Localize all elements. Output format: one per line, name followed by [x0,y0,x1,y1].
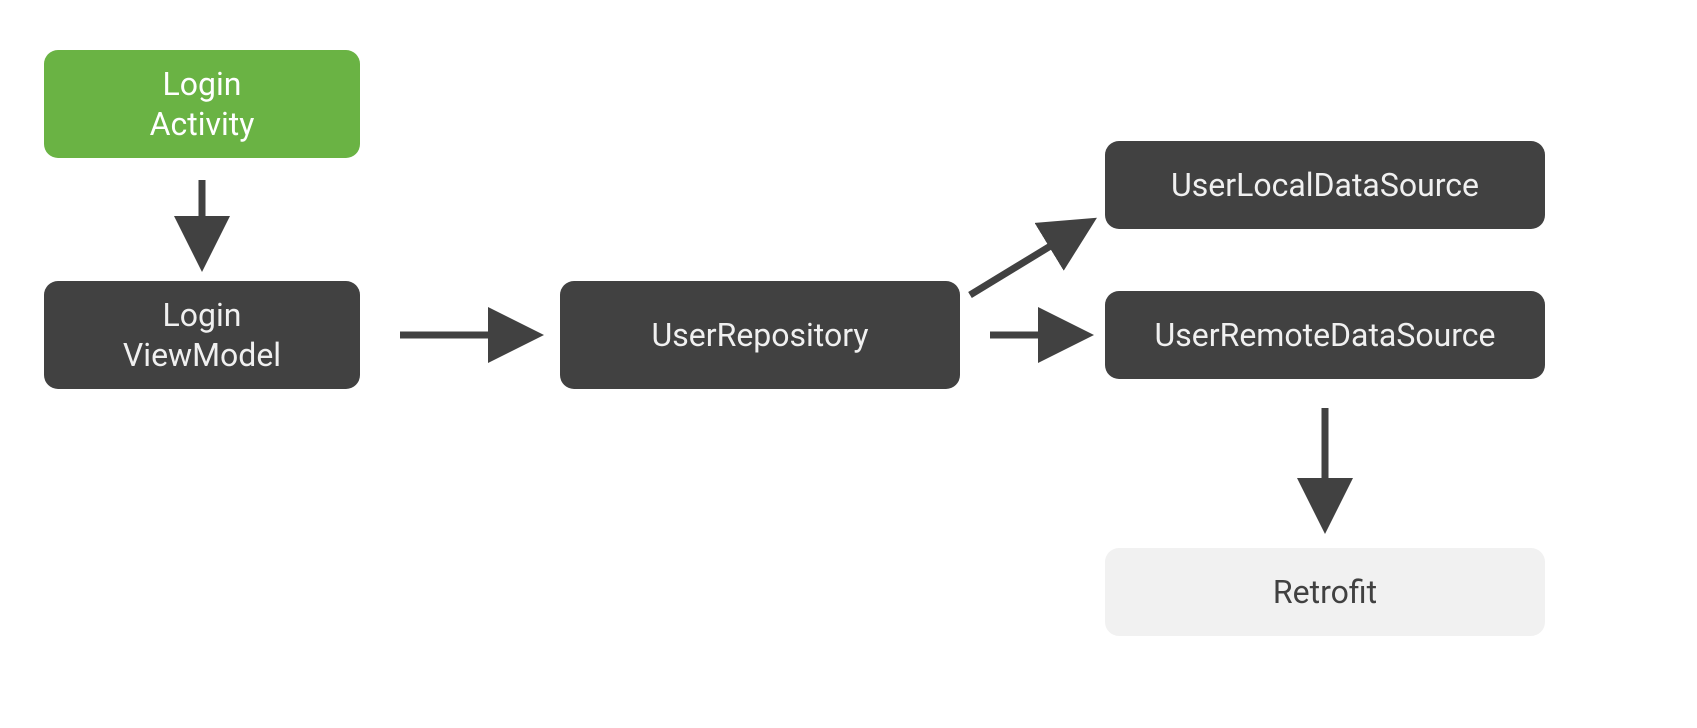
node-user-repository-label: UserRepository [652,315,869,355]
node-user-repository: UserRepository [560,281,960,389]
node-retrofit-label: Retrofit [1273,572,1377,612]
node-login-viewmodel: Login ViewModel [44,281,360,389]
node-login-viewmodel-line2: ViewModel [123,336,281,374]
node-user-remote-data-source: UserRemoteDataSource [1105,291,1545,379]
arrow-repository-to-local-ds [970,225,1085,295]
node-login-activity-line2: Activity [150,105,255,143]
node-login-viewmodel-line1: Login [163,296,242,334]
node-user-local-ds-label: UserLocalDataSource [1171,165,1479,205]
node-login-activity-line1: Login [163,65,242,103]
node-login-activity: Login Activity [44,50,360,158]
node-user-remote-ds-label: UserRemoteDataSource [1155,315,1496,355]
node-user-local-data-source: UserLocalDataSource [1105,141,1545,229]
node-retrofit: Retrofit [1105,548,1545,636]
